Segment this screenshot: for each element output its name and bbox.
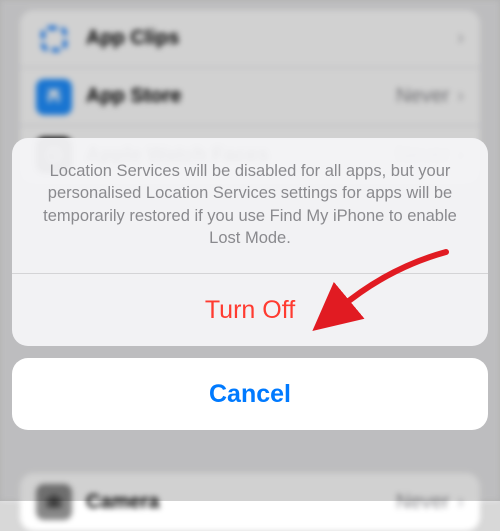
cancel-button[interactable]: Cancel xyxy=(12,358,488,430)
action-sheet-card: Location Services will be disabled for a… xyxy=(12,138,488,346)
action-sheet-message: Location Services will be disabled for a… xyxy=(12,138,488,274)
action-sheet: Location Services will be disabled for a… xyxy=(12,138,488,430)
turn-off-button[interactable]: Turn Off xyxy=(12,274,488,346)
